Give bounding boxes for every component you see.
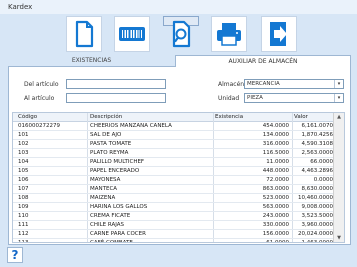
table-row[interactable]: 110 CREMA FICATE 243.0000 3,523.5000 <box>13 212 335 221</box>
unidad-value: PIEZA <box>247 95 263 101</box>
cell-codigo: 106 <box>18 177 29 183</box>
exit-icon <box>270 22 287 46</box>
window-title: Kardex <box>8 3 33 11</box>
chevron-down-icon[interactable]: ▾ <box>334 94 343 102</box>
printer-icon <box>217 23 241 46</box>
exit-button[interactable] <box>261 16 297 52</box>
cell-codigo: 102 <box>18 141 29 147</box>
cell-valor: 10,460.0000 <box>298 195 333 201</box>
almacen-select[interactable]: MERCANCIA ▾ <box>244 79 344 89</box>
table-row[interactable]: 103 PLATO REYMA 116.5000 2,563.0000 <box>13 149 335 158</box>
cell-valor: 2,563.0000 <box>301 150 334 156</box>
vertical-scrollbar[interactable]: ▲ ▼ <box>333 113 344 242</box>
barcode-icon <box>119 27 145 41</box>
cell-descripcion: SAL DE AJO <box>90 132 122 138</box>
search-document-icon <box>172 20 191 48</box>
almacen-value: MERCANCIA <box>247 81 280 87</box>
del-articulo-input[interactable] <box>66 79 166 89</box>
del-articulo-label: Del artículo <box>24 81 59 88</box>
cell-codigo: 113 <box>18 240 29 243</box>
cell-descripcion: HARINA LOS GALLOS <box>90 204 148 210</box>
table-row[interactable]: 102 PASTA TOMATE 316.0000 4,590.3108 <box>13 140 335 149</box>
almacen-label: Almacén <box>218 81 245 88</box>
table-row[interactable]: 113 CAFÉ COMBATE 61.0000 1,463.0000 <box>13 239 335 243</box>
tab-bar: EXISTENCIAS AUXILIAR DE ALMACÉN <box>8 55 351 67</box>
cell-codigo: 109 <box>18 204 29 210</box>
tab-auxiliar-almacen[interactable]: AUXILIAR DE ALMACÉN <box>175 55 351 67</box>
tab-existencias[interactable]: EXISTENCIAS <box>8 55 175 67</box>
search-document-button[interactable] <box>163 16 199 48</box>
cell-valor: 4,590.3108 <box>301 141 334 147</box>
cell-codigo: 108 <box>18 195 29 201</box>
cell-codigo: 107 <box>18 186 29 192</box>
cell-codigo: 111 <box>18 222 29 228</box>
table-row[interactable]: 106 MAYONESA 72.0000 0.0000 <box>13 176 335 185</box>
table-row[interactable]: 111 CHILE RAJAS 330.0000 3,960.0000 <box>13 221 335 230</box>
articles-grid[interactable]: Código Descripción Existencia Valor 0160… <box>12 112 345 243</box>
cell-codigo: 103 <box>18 150 29 156</box>
cell-valor: 8,630.0000 <box>301 186 334 192</box>
table-row[interactable]: 016000272279 CHEERIOS MANZANA CANELA 454.0… <box>13 122 335 131</box>
cell-valor: 3,960.0000 <box>301 222 334 228</box>
cell-valor: 66.0000 <box>310 159 333 165</box>
scroll-down-icon[interactable]: ▼ <box>334 234 344 242</box>
column-header-descripcion[interactable]: Descripción <box>90 113 122 121</box>
barcode-button[interactable] <box>114 16 150 52</box>
print-button[interactable] <box>211 16 247 52</box>
cell-valor: 20,024.0000 <box>298 231 333 237</box>
column-header-codigo[interactable]: Código <box>18 113 37 121</box>
table-row[interactable]: 109 HARINA LOS GALLOS 563.0000 9,008.0000 <box>13 203 335 212</box>
cell-descripcion: MAIZENA <box>90 195 116 201</box>
table-row[interactable]: 101 SAL DE AJO 134.0000 1,870.4256 <box>13 131 335 140</box>
cell-codigo: 112 <box>18 231 29 237</box>
table-row[interactable]: 105 PAPEL ENCERADO 448.0000 4,463.2896 <box>13 167 335 176</box>
cell-valor: 1,463.0000 <box>301 240 334 243</box>
cell-valor: 6,161.0070 <box>301 123 334 129</box>
cell-descripcion: MAYONESA <box>90 177 121 183</box>
al-articulo-label: Al artículo <box>24 95 55 102</box>
cell-codigo: 101 <box>18 132 29 138</box>
table-row[interactable]: 107 MANTECA 863.0000 8,630.0000 <box>13 185 335 194</box>
unidad-select[interactable]: PIEZA ▾ <box>244 93 344 103</box>
unidad-label: Unidad <box>218 95 240 102</box>
cell-descripcion: PLATO REYMA <box>90 150 129 156</box>
document-icon <box>75 20 94 48</box>
column-header-valor[interactable]: Valor <box>294 113 308 121</box>
cell-descripcion: CREMA FICATE <box>90 213 131 219</box>
cell-descripcion: CHEERIOS MANZANA CANELA <box>90 123 172 129</box>
cell-valor: 9,008.0000 <box>301 204 334 210</box>
chevron-down-icon[interactable]: ▾ <box>334 80 343 88</box>
cell-codigo: 104 <box>18 159 29 165</box>
cell-descripcion: PAPEL ENCERADO <box>90 168 140 174</box>
cell-valor: 1,870.4256 <box>301 132 334 138</box>
new-document-button[interactable] <box>66 16 102 52</box>
cell-descripcion: PALILLO MULTICHEF <box>90 159 145 165</box>
column-header-existencia[interactable]: Existencia <box>215 113 243 121</box>
cell-codigo: 110 <box>18 213 29 219</box>
cell-descripcion: CHILE RAJAS <box>90 222 125 228</box>
cell-valor: 0.0000 <box>313 177 333 183</box>
help-button[interactable]: ? <box>7 247 23 263</box>
title-bar: Kardex <box>0 0 357 14</box>
grid-header: Código Descripción Existencia Valor <box>13 113 335 122</box>
cell-codigo: 105 <box>18 168 29 174</box>
table-row[interactable]: 112 CARNE PARA COCER 156.0000 20,024.0000 <box>13 230 335 239</box>
kardex-window: Kardex EXISTENCIAS AUXILIAR DE ALMACÉN D… <box>0 0 357 267</box>
cell-descripcion: MANTECA <box>90 186 118 192</box>
table-row[interactable]: 108 MAIZENA 523.0000 10,460.0000 <box>13 194 335 203</box>
scroll-up-icon[interactable]: ▲ <box>334 113 344 121</box>
cell-valor: 4,463.2896 <box>301 168 334 174</box>
al-articulo-input[interactable] <box>66 93 166 103</box>
cell-valor: 3,523.5000 <box>301 213 334 219</box>
cell-descripcion: CAFÉ COMBATE <box>90 240 133 243</box>
cell-descripcion: PASTA TOMATE <box>90 141 132 147</box>
table-row[interactable]: 104 PALILLO MULTICHEF 11.0000 66.0000 <box>13 158 335 167</box>
cell-codigo: 016000272279 <box>18 123 60 129</box>
cell-descripcion: CARNE PARA COCER <box>90 231 146 237</box>
